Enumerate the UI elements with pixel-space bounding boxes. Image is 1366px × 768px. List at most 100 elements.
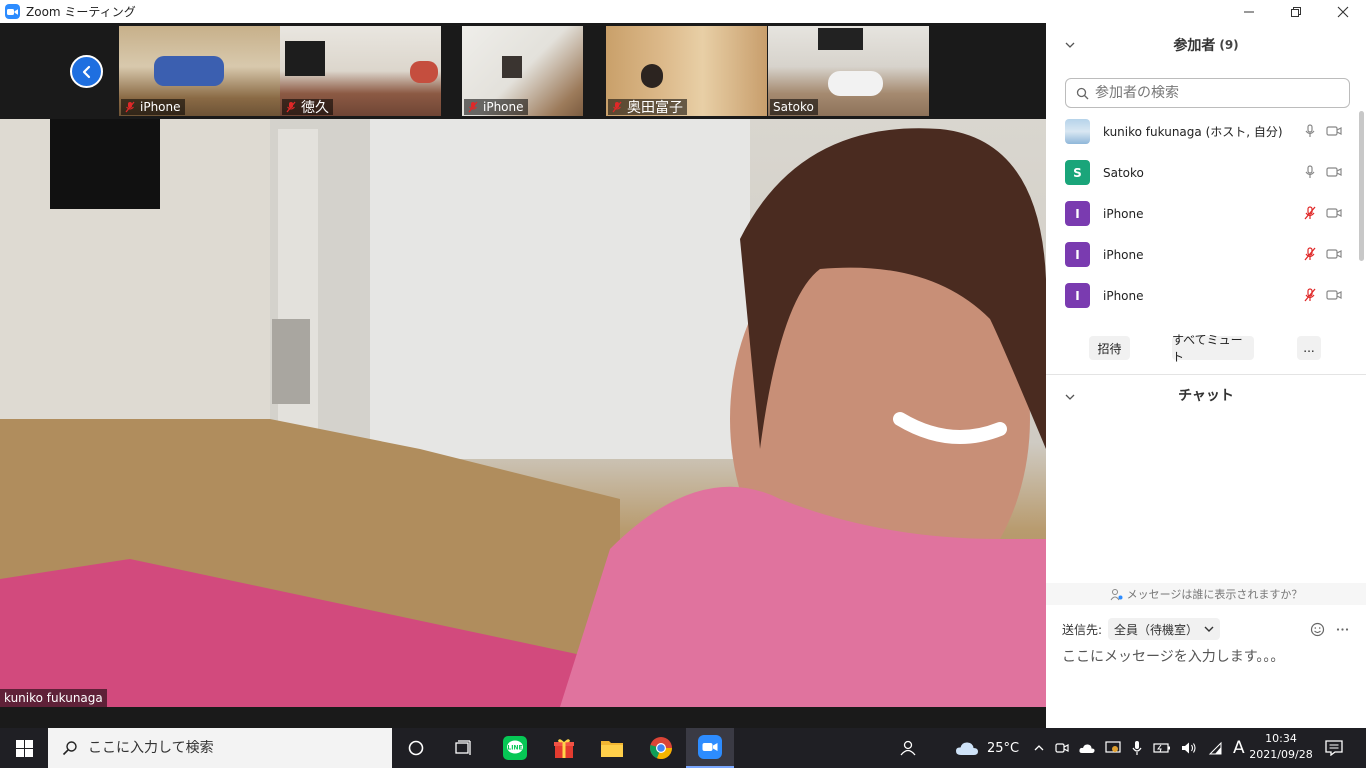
microphone-icon[interactable]: [1131, 740, 1143, 756]
minimize-button[interactable]: [1225, 0, 1272, 23]
ime-mode-indicator[interactable]: A: [1233, 738, 1245, 758]
mute-all-button[interactable]: すべてミュート: [1172, 333, 1254, 364]
participant-search-input[interactable]: [1095, 85, 1335, 101]
action-center-button[interactable]: [1322, 728, 1346, 768]
chat-message-input[interactable]: [1062, 645, 1352, 669]
speaker-video-feed: [0, 119, 1046, 707]
participant-row[interactable]: I iPhone: [1046, 193, 1356, 234]
participant-name: iPhone: [1103, 247, 1144, 262]
chevron-up-icon[interactable]: [1033, 742, 1045, 754]
notification-icon: [1325, 740, 1343, 756]
microphone-muted-icon[interactable]: [1302, 206, 1318, 220]
send-to-dropdown[interactable]: 全員（待機室）: [1108, 618, 1221, 640]
meet-now-icon[interactable]: [1055, 741, 1069, 755]
participant-actions: 招待 すべてミュート ...: [1046, 333, 1366, 364]
video-camera-icon[interactable]: [1326, 206, 1342, 220]
window-title: Zoom ミーティング: [26, 5, 136, 19]
speaker-volume-icon[interactable]: [1181, 741, 1197, 755]
task-view-icon: [455, 740, 471, 755]
chevron-left-icon: [82, 65, 90, 78]
search-icon: [62, 741, 77, 756]
windows-taskbar: LINE 25°C A 10:34 2021/09/28: [0, 728, 1366, 768]
minimize-icon: [1243, 11, 1254, 12]
file-explorer-icon: [601, 741, 623, 757]
participant-row[interactable]: I iPhone: [1046, 275, 1356, 316]
people-icon: [900, 740, 916, 756]
active-speaker-video[interactable]: kuniko fukunaga: [0, 119, 1046, 707]
restore-button[interactable]: [1272, 0, 1319, 23]
avatar: I: [1065, 242, 1090, 267]
people-tray[interactable]: [898, 728, 918, 768]
file-explorer-button[interactable]: [588, 728, 636, 768]
participant-row[interactable]: I iPhone: [1046, 234, 1356, 275]
participant-video-thumbnail[interactable]: 徳久: [280, 26, 441, 116]
mic-muted-icon: [286, 101, 296, 113]
gift-app-button[interactable]: [540, 728, 588, 768]
meeting-controls-strip: [0, 707, 1046, 728]
participant-video-thumbnail[interactable]: Satoko: [768, 26, 929, 116]
taskbar-search-input[interactable]: [88, 740, 368, 756]
start-button[interactable]: [0, 728, 48, 768]
microphone-icon[interactable]: [1302, 124, 1318, 138]
mic-muted-icon: [612, 101, 622, 113]
chat-header: チャット: [1046, 375, 1366, 415]
invite-button[interactable]: 招待: [1089, 336, 1130, 360]
participant-video-thumbnail[interactable]: iPhone: [119, 26, 280, 116]
chat-title: チャット: [1178, 388, 1234, 404]
microphone-icon[interactable]: [1302, 165, 1318, 179]
wifi-icon[interactable]: [1207, 741, 1223, 755]
participant-video-thumbnail[interactable]: 奥田富子: [606, 26, 767, 116]
participants-title: 参加者: [1173, 38, 1216, 54]
more-icon[interactable]: [1335, 622, 1350, 637]
send-to-label: 送信先:: [1062, 622, 1103, 637]
chat-visibility-notice[interactable]: メッセージは誰に表示されますか？: [1046, 583, 1366, 605]
display-settings-icon[interactable]: [1105, 741, 1121, 755]
zoom-app-button[interactable]: [686, 728, 734, 768]
participant-row[interactable]: S Satoko: [1046, 152, 1356, 193]
avatar: [1065, 119, 1090, 144]
chevron-down-icon[interactable]: [1064, 39, 1076, 51]
system-tray: A: [1033, 728, 1245, 768]
taskbar-clock[interactable]: 10:34 2021/09/28: [1244, 731, 1318, 763]
cortana-button[interactable]: [392, 728, 440, 768]
participant-search[interactable]: [1065, 78, 1350, 108]
video-camera-icon[interactable]: [1326, 165, 1342, 179]
participant-name: iPhone: [1103, 288, 1144, 303]
avatar: S: [1065, 160, 1090, 185]
participant-list: kuniko fukunaga (ホスト, 自分) S Satoko I iPh…: [1046, 111, 1356, 316]
participant-name-label: 奥田富子: [608, 99, 687, 116]
task-view-button[interactable]: [440, 728, 488, 768]
search-icon: [1076, 87, 1089, 99]
chevron-down-icon[interactable]: [1064, 391, 1076, 403]
microphone-muted-icon[interactable]: [1302, 247, 1318, 261]
clock-time: 10:34: [1265, 732, 1297, 745]
mic-muted-icon: [468, 101, 478, 113]
chrome-button[interactable]: [637, 728, 685, 768]
battery-icon[interactable]: [1153, 742, 1171, 754]
emoji-icon[interactable]: [1310, 622, 1325, 637]
onedrive-icon[interactable]: [1079, 742, 1095, 754]
title-bar: Zoom ミーティング: [0, 0, 1366, 23]
avatar: I: [1065, 283, 1090, 308]
user-info-icon: [1110, 588, 1123, 600]
zoom-app-icon: [5, 4, 20, 19]
participant-video-thumbnail[interactable]: iPhone: [462, 26, 583, 116]
svg-text:LINE: LINE: [507, 745, 522, 752]
line-app-button[interactable]: LINE: [491, 728, 539, 768]
close-icon: [1337, 6, 1348, 17]
more-options-button[interactable]: ...: [1297, 336, 1321, 360]
taskbar-search[interactable]: [48, 728, 392, 768]
window-controls: [1225, 0, 1366, 23]
previous-page-button[interactable]: [70, 55, 103, 88]
participant-name-label: iPhone: [121, 99, 185, 115]
microphone-muted-icon[interactable]: [1302, 288, 1318, 302]
video-camera-icon[interactable]: [1326, 288, 1342, 302]
weather-tray[interactable]: 25°C: [955, 728, 1019, 768]
close-button[interactable]: [1319, 0, 1366, 23]
avatar: I: [1065, 201, 1090, 226]
video-camera-icon[interactable]: [1326, 124, 1342, 138]
video-camera-icon[interactable]: [1326, 247, 1342, 261]
participant-name: iPhone: [1103, 206, 1144, 221]
participant-list-scrollbar[interactable]: [1359, 111, 1364, 261]
participant-row[interactable]: kuniko fukunaga (ホスト, 自分): [1046, 111, 1356, 152]
